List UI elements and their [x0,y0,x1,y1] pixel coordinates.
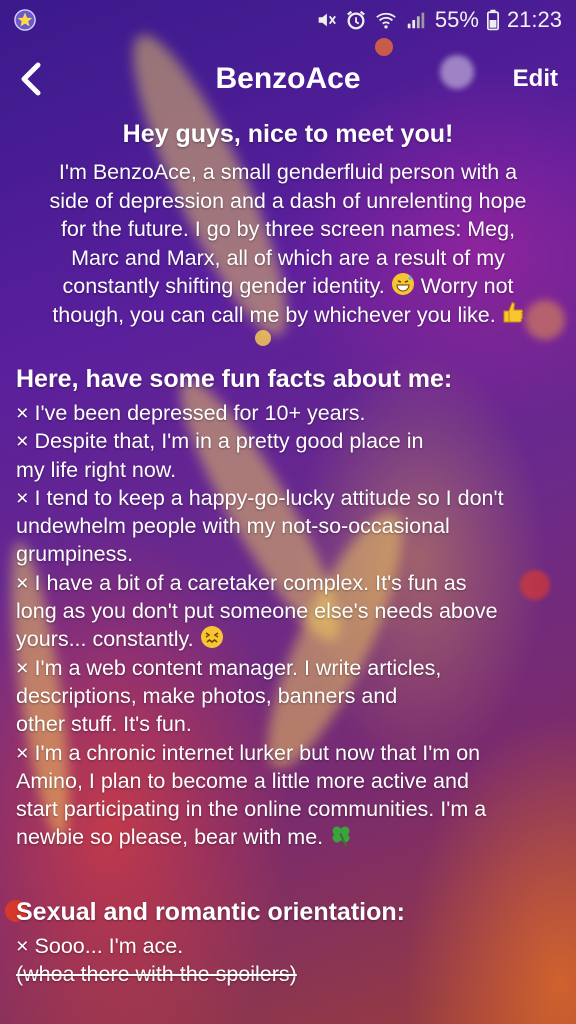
thumbs-up-emoji-icon [503,301,523,322]
fact-line: newbie so please, bear with me. [16,823,560,851]
fact-line: × I've been depressed for 10+ years. [16,401,366,425]
fact-line: × Despite that, I'm in a pretty good pla… [16,429,424,454]
fact-line: yours... constantly. [16,625,560,653]
intro-paragraph: I'm BenzoAce, a small genderfluid person… [16,158,560,329]
star-icon [14,9,36,31]
grinning-sweat-emoji-icon [391,273,414,295]
intro-text: constantly shifting gender identity. [62,274,391,298]
mute-icon [318,13,336,27]
fact-text: newbie so please, bear with me. [16,825,330,850]
back-arrow-icon [21,62,41,96]
facts-list: × I've been depressed for 10+ years. × D… [16,399,560,852]
alarm-icon [346,10,365,30]
orientation-list: × Sooo... I'm ace. (whoa there with the … [16,932,560,989]
nav-bar: BenzoAce Edit [0,44,576,114]
intro-line: constantly shifting gender identity. Wor… [16,272,560,301]
fact-line: × I tend to keep a happy-go-lucky attitu… [16,485,504,510]
fact-line: other stuff. It's fun. [16,712,192,737]
status-bar: 55% 21:23 [0,0,576,40]
fact-line: × I'm a chronic internet lurker but now … [16,740,481,765]
back-button[interactable] [18,57,62,101]
intro-line: though, you can call me by whichever you… [16,301,560,330]
intro-line: for the future. I go by three screen nam… [60,217,516,241]
spoiler-line: (whoa there with the spoilers) [16,962,297,987]
fact-line: start participating in the online commun… [16,797,487,822]
battery-percent: 55% [434,7,479,32]
intro-text: though, you can call me by whichever you… [52,302,502,327]
battery-icon [486,9,499,31]
fact-line: long as you don't put someone else's nee… [16,599,498,624]
orientation-heading: Sexual and romantic orientation: [16,897,405,926]
intro-line: side of depression and a dash of unrelen… [49,188,527,213]
intro-text: Worry not [414,274,514,298]
intro-heading: Hey guys, nice to meet you! [122,120,454,148]
fact-text: yours... constantly. [16,627,200,652]
fact-line: grumpiness. [16,542,134,567]
wifi-icon [376,12,396,29]
confounded-face-emoji-icon [200,626,223,649]
fact-line: × I'm a web content manager. I write art… [16,655,442,680]
fact-line: Amino, I plan to become a little more ac… [16,768,469,793]
fact-line: × I have a bit of a caretaker complex. I… [16,570,467,595]
intro-line: I'm BenzoAce, a small genderfluid person… [58,160,518,184]
facts-heading: Here, have some fun facts about me: [16,365,453,393]
fact-line: my life right now. [16,457,177,482]
fact-line: descriptions, make photos, banners and [16,683,398,708]
fact-line: undewhelm people with my not-so-occasion… [16,514,450,539]
profile-bio: Hey guys, nice to meet you! I'm BenzoAce… [0,118,576,988]
four-leaf-clover-emoji-icon [332,826,350,847]
intro-line: Marc and Marx, all of which are a result… [71,245,505,270]
page-title: BenzoAce [215,62,361,95]
signal-icon [407,12,425,29]
clock: 21:23 [506,7,562,32]
edit-button[interactable]: Edit [513,65,558,93]
orientation-line: × Sooo... I'm ace. [16,933,184,958]
